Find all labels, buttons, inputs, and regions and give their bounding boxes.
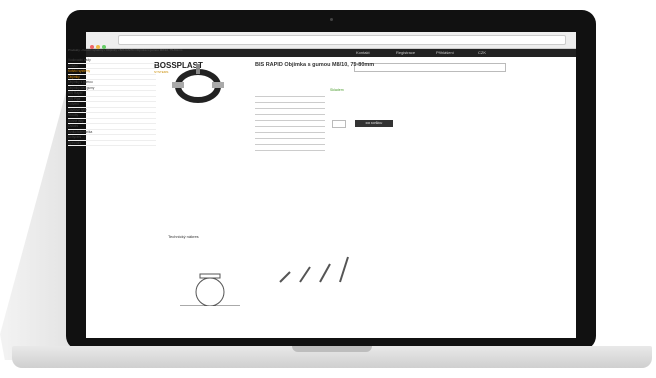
drawing-title: Technický nákres	[168, 234, 199, 239]
topbar-link-contact[interactable]: Kontakt	[356, 50, 370, 55]
technical-drawing	[180, 256, 349, 306]
topbar-currency[interactable]: CZK	[478, 50, 486, 55]
product-image[interactable]	[170, 62, 226, 104]
site-header: BOSSPLAST SYSTEMS	[86, 57, 576, 79]
add-to-cart-button[interactable]: DO KOŠÍKU	[355, 120, 393, 127]
quantity-input[interactable]	[332, 120, 346, 128]
browser-toolbar	[86, 32, 576, 49]
product-title: BIS RAPID Objímka s gumou M8/10, 75-80mm	[255, 62, 375, 68]
stock-status: Skladem	[330, 88, 344, 92]
category-sidebar: Vodovodní sady Kotvicí Kotvicí systémy O…	[68, 58, 156, 146]
laptop-notch	[292, 346, 372, 352]
search-input[interactable]	[354, 63, 506, 72]
breadcrumb[interactable]: Produkty › Kotvicí systémy › Objímky › B…	[68, 48, 182, 52]
topbar-link-login[interactable]: Přihlášení	[436, 50, 454, 55]
product-features	[255, 96, 325, 156]
topbar-link-register[interactable]: Registrace	[396, 50, 415, 55]
sidebar-item[interactable]: Speciální	[68, 141, 156, 146]
site-logo-sub: SYSTEMS	[154, 70, 169, 74]
address-bar[interactable]	[118, 35, 566, 45]
camera-icon	[330, 18, 333, 21]
laptop-base	[12, 346, 652, 368]
